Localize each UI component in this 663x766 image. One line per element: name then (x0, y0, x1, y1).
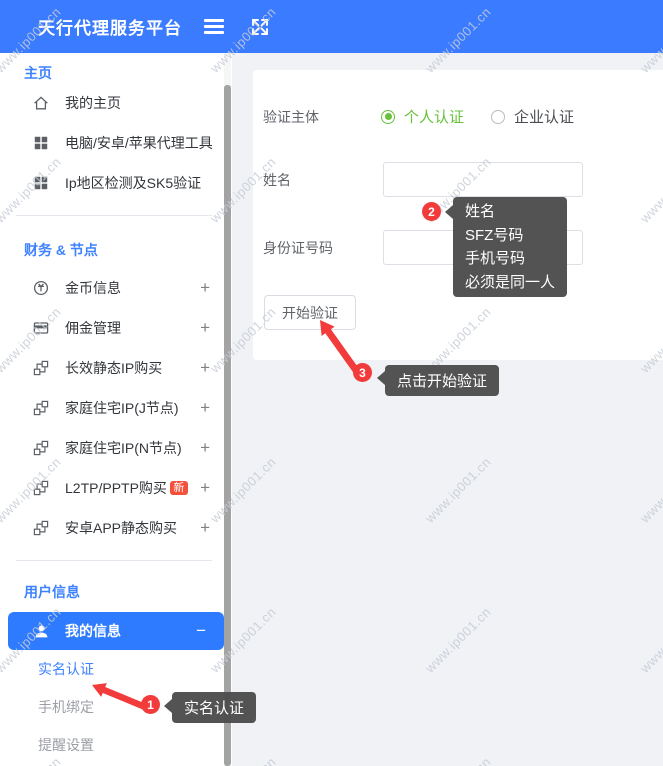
watermark-text: www.ip001.cn (637, 454, 663, 526)
tooltip-step3: 点击开始验证 (385, 365, 499, 396)
expand-plus-icon[interactable]: + (200, 278, 210, 298)
radio-personal-auth[interactable]: 个人认证 (381, 106, 464, 127)
collapse-minus-icon[interactable]: − (196, 621, 206, 641)
radio-enterprise-auth[interactable]: 企业认证 (491, 106, 574, 127)
sidebar-item-label: L2TP/PPTP购买 (65, 478, 167, 498)
sidebar-item-label: 电脑/安卓/苹果代理工具 (65, 133, 213, 153)
divider (16, 215, 212, 216)
radio-enterprise-label: 企业认证 (514, 106, 574, 127)
sidebar-item[interactable]: 家庭住宅IP(J节点) + (0, 388, 232, 428)
sidebar-item-label: 安卓APP静态购买 (65, 518, 177, 538)
sidebar-section-home: 主页我的主页电脑/安卓/苹果代理工具 Ip地区检测及SK5验证 (0, 53, 232, 203)
radio-personal-label: 个人认证 (404, 106, 464, 127)
tooltip-pointer (164, 699, 172, 713)
tooltip-line: SFZ号码 (465, 224, 555, 248)
tooltip-step1: 实名认证 (172, 692, 256, 723)
watermark-text: www.ip001.cn (637, 754, 663, 766)
topology-icon (32, 359, 50, 377)
tooltip-line: 手机号码 (465, 247, 555, 271)
grid-icon (32, 174, 50, 192)
topology-icon (32, 479, 50, 497)
expand-plus-icon[interactable]: + (200, 398, 210, 418)
sidebar-item[interactable]: L2TP/PPTP购买新 + (0, 468, 232, 508)
watermark-text: www.ip001.cn (422, 454, 494, 526)
sidebar: 主页我的主页电脑/安卓/苹果代理工具Ip地区检测及SK5验证 财务 & 节点金币… (0, 53, 232, 766)
expand-plus-icon[interactable]: + (200, 518, 210, 538)
topology-icon (32, 399, 50, 417)
subject-label: 验证主体 (263, 107, 319, 127)
tooltip-line: 必须是同一人 (465, 271, 555, 295)
sidebar-item-label: 家庭住宅IP(J节点) (65, 398, 179, 418)
menu-toggle-icon[interactable] (204, 19, 224, 34)
user-icon (32, 622, 50, 640)
sidebar-item-label: 长效静态IP购买 (65, 358, 162, 378)
expand-plus-icon[interactable]: + (200, 318, 210, 338)
sidebar-section-finance: 财务 & 节点金币信息+佣金管理+长效静态IP购买+家庭住宅IP(J节点)+家庭… (0, 223, 232, 548)
expand-plus-icon[interactable]: + (200, 478, 210, 498)
sidebar-item[interactable]: 电脑/安卓/苹果代理工具 (0, 123, 232, 163)
watermark-text: www.ip001.cn (637, 604, 663, 676)
sidebar-item[interactable]: 我的信息 − (8, 612, 224, 650)
tooltip-pointer (445, 205, 453, 219)
step-badge-3: 3 (353, 363, 372, 382)
expand-plus-icon[interactable]: + (200, 358, 210, 378)
sidebar-item[interactable]: 金币信息 + (0, 268, 232, 308)
sidebar-item-label: 佣金管理 (65, 318, 121, 338)
start-verify-button[interactable]: 开始验证 (264, 295, 356, 330)
divider (16, 560, 212, 561)
sidebar-item-label: Ip地区检测及SK5验证 (65, 173, 201, 193)
tooltip-step2: 姓名SFZ号码手机号码必须是同一人 (453, 197, 567, 297)
sidebar-subitem[interactable]: 提醒设置 (0, 726, 232, 764)
home-icon (32, 94, 50, 112)
sidebar-section-title: 用户信息 (0, 568, 232, 612)
app-title: 天行代理服务平台 (38, 14, 182, 39)
id-number-label: 身份证号码 (263, 238, 333, 258)
name-label: 姓名 (263, 170, 291, 190)
radio-unselected-icon (491, 110, 505, 124)
sidebar-item-label: 我的信息 (65, 621, 121, 641)
expand-plus-icon[interactable]: + (200, 438, 210, 458)
sidebar-item-label: 家庭住宅IP(N节点) (65, 438, 182, 458)
radio-selected-icon (381, 110, 395, 124)
sidebar-scrollbar-thumb[interactable] (224, 85, 231, 766)
watermark-text: www.ip001.cn (422, 754, 494, 766)
sidebar-section-title: 主页 (0, 53, 232, 83)
sidebar-item[interactable]: 安卓APP静态购买 + (0, 508, 232, 548)
tooltip-pointer (377, 371, 385, 385)
app-header: 天行代理服务平台 (0, 0, 663, 53)
sidebar-subitem[interactable]: 实名认证 (0, 650, 232, 688)
sidebar-item[interactable]: 家庭住宅IP(N节点) + (0, 428, 232, 468)
topology-icon (32, 439, 50, 457)
grid-icon (32, 134, 50, 152)
topology-icon (32, 519, 50, 537)
sidebar-item[interactable]: 我的主页 (0, 83, 232, 123)
step-badge-2: 2 (422, 202, 441, 221)
name-input[interactable] (383, 162, 583, 197)
tooltip-line: 姓名 (465, 200, 555, 224)
sidebar-item[interactable]: Ip地区检测及SK5验证 (0, 163, 232, 203)
new-badge: 新 (170, 481, 188, 495)
card-icon (32, 319, 50, 337)
sidebar-section-userinfo: 用户信息我的信息−实名认证手机绑定提醒设置 (0, 568, 232, 764)
sidebar-item[interactable]: 佣金管理 + (0, 308, 232, 348)
sidebar-item-label: 我的主页 (65, 93, 121, 113)
coin-icon (32, 279, 50, 297)
step-badge-1: 1 (141, 695, 160, 714)
sidebar-section-title: 财务 & 节点 (0, 223, 232, 268)
fullscreen-icon[interactable] (250, 17, 270, 37)
sidebar-item[interactable]: 长效静态IP购买 + (0, 348, 232, 388)
watermark-text: www.ip001.cn (422, 604, 494, 676)
sidebar-item-label: 金币信息 (65, 278, 121, 298)
